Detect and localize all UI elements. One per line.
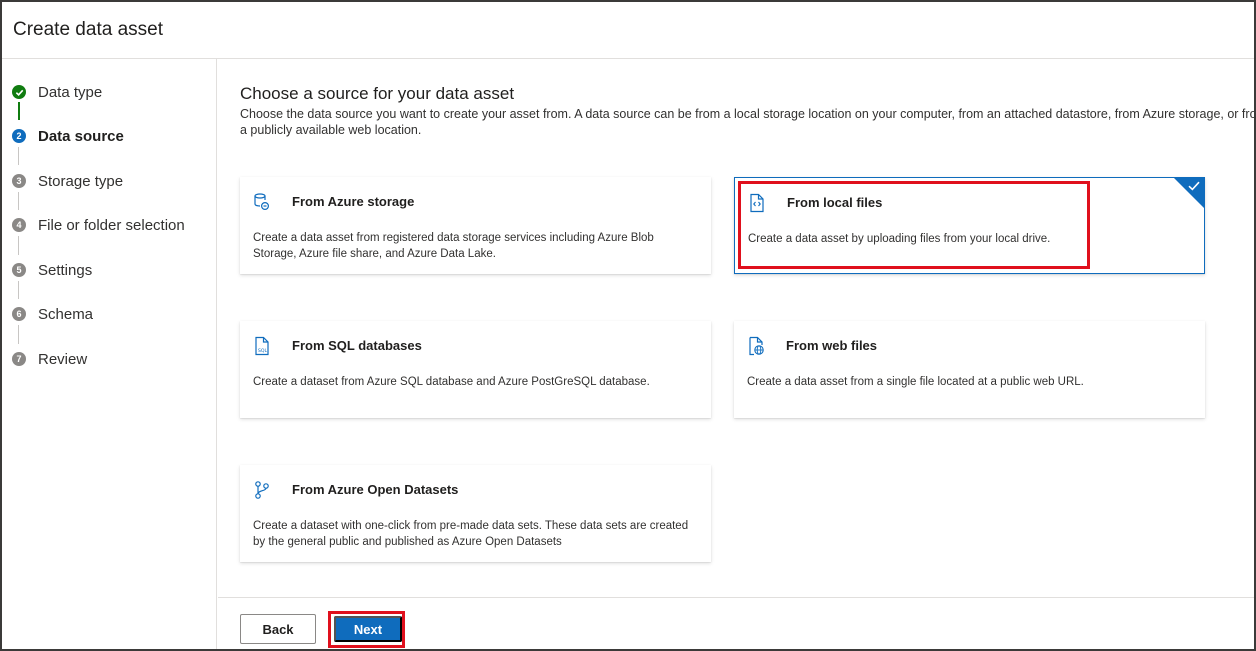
dialog-footer: Back Next: [218, 597, 1254, 649]
step-connector: [18, 236, 19, 255]
card-title: From Azure storage: [292, 194, 415, 209]
svg-text:SQL: SQL: [258, 348, 268, 354]
wizard-steps: Data type 2 Data source 3 Storage type 4…: [2, 59, 217, 649]
step-number: 5: [12, 263, 26, 277]
card-description: Create a dataset with one-click from pre…: [253, 520, 689, 548]
step-label: Review: [38, 350, 88, 368]
step-label: Data source: [38, 127, 124, 145]
branch-icon: [252, 480, 270, 499]
checkmark-icon: [1187, 179, 1201, 193]
source-card-web-files[interactable]: From web files Create a data asset from …: [734, 321, 1205, 418]
main-content: Choose a source for your data asset Choo…: [218, 59, 1254, 597]
section-title: Choose a source for your data asset: [240, 84, 515, 103]
web-file-icon: [746, 336, 764, 356]
card-title: From SQL databases: [292, 338, 422, 353]
source-card-sql-databases[interactable]: SQL From SQL databases Create a dataset …: [240, 321, 711, 418]
step-label: Data type: [38, 83, 103, 101]
next-button[interactable]: Next: [334, 616, 402, 642]
step-label: Schema: [38, 305, 94, 323]
card-description: Create a dataset from Azure SQL database…: [253, 376, 650, 388]
step-connector: [18, 281, 19, 299]
check-circle-icon: [12, 85, 26, 99]
card-title: From web files: [786, 338, 878, 353]
section-description: Choose the data source you want to creat…: [240, 107, 1256, 137]
card-description: Create a data asset from a single file l…: [747, 376, 1084, 388]
create-data-asset-dialog: Create data asset Data type 2 Data sourc…: [0, 0, 1256, 651]
source-card-azure-open-datasets[interactable]: From Azure Open Datasets Create a datase…: [240, 465, 711, 562]
step-label: File or folder selection: [38, 216, 185, 234]
card-description: Create a data asset from registered data…: [253, 232, 654, 260]
step-connector: [18, 102, 20, 120]
step-label: Settings: [38, 261, 93, 279]
source-card-azure-storage[interactable]: From Azure storage Create a data asset f…: [240, 177, 711, 274]
highlight-box: [738, 181, 1090, 269]
card-title: From Azure Open Datasets: [292, 482, 459, 497]
dialog-title: Create data asset: [13, 19, 163, 40]
step-connector: [18, 147, 19, 165]
step-number: 3: [12, 174, 26, 188]
dialog-header: Create data asset: [2, 2, 1254, 59]
step-number: 7: [12, 352, 26, 366]
storage-icon: [252, 192, 270, 211]
step-connector: [18, 325, 19, 344]
step-connector: [18, 192, 19, 210]
step-number: 2: [12, 129, 26, 143]
step-label: Storage type: [38, 172, 124, 190]
back-button[interactable]: Back: [240, 614, 316, 644]
step-number: 4: [12, 218, 26, 232]
step-number: 6: [12, 307, 26, 321]
sql-file-icon: SQL: [252, 336, 270, 356]
